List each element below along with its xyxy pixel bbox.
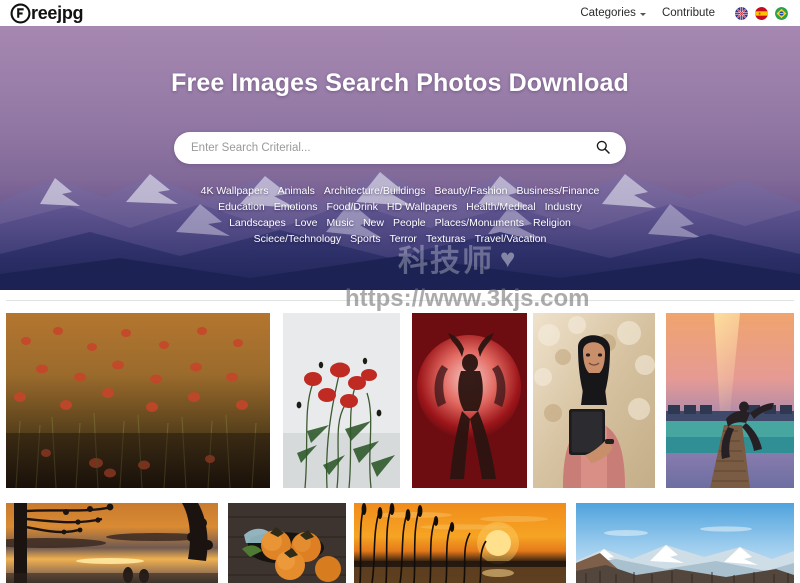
photo-gallery (0, 301, 800, 583)
category-link[interactable]: Beauty/Fashion (434, 184, 507, 198)
search-input[interactable] (191, 142, 594, 154)
category-link[interactable]: 4K Wallpapers (201, 184, 269, 198)
photo-pier-rainbow[interactable] (666, 313, 794, 488)
nav-categories-label: Categories (580, 7, 636, 19)
page-title: Free Images Search Photos Download (171, 69, 629, 97)
circled-f-logo-icon (10, 3, 31, 24)
chevron-down-icon (639, 12, 646, 16)
category-link[interactable]: Places/Monuments (435, 216, 524, 230)
category-link[interactable]: Music (327, 216, 354, 230)
category-link[interactable]: HD Wallpapers (387, 200, 457, 214)
photo-sunset-tree[interactable] (6, 503, 218, 583)
flag-uk-icon[interactable] (735, 6, 748, 20)
category-link[interactable]: Health/Medical (466, 200, 535, 214)
heart-icon: ♥ (500, 242, 518, 273)
category-link[interactable]: Sports (350, 232, 380, 246)
watermark-url: https://www.3kjs.com (345, 285, 590, 312)
photo-mountains-blue[interactable] (576, 503, 794, 583)
search-bar[interactable] (174, 132, 626, 164)
category-link[interactable]: Architecture/Buildings (324, 184, 426, 198)
category-link[interactable]: Food/Drink (327, 200, 378, 214)
category-link[interactable]: Religion (533, 216, 571, 230)
brand-name: reejpg (31, 3, 84, 23)
category-link[interactable]: People (393, 216, 426, 230)
search-button[interactable] (594, 139, 612, 157)
category-link[interactable]: Love (295, 216, 318, 230)
navbar-right: Categories Contribute (580, 6, 788, 20)
flag-spain-icon[interactable] (755, 6, 768, 20)
photo-sunset-reeds[interactable] (354, 503, 566, 583)
photo-poppy-field[interactable] (6, 313, 270, 488)
search-icon (595, 139, 611, 158)
nav-contribute[interactable]: Contribute (662, 7, 715, 19)
category-link[interactable]: Emotions (274, 200, 318, 214)
flag-brazil-icon[interactable] (775, 6, 788, 20)
category-link[interactable]: Industry (545, 200, 582, 214)
photo-dancer-red[interactable] (412, 313, 527, 488)
category-link[interactable]: Education (218, 200, 265, 214)
nav-contribute-label: Contribute (661, 7, 715, 19)
nav-categories[interactable]: Categories (580, 7, 646, 19)
photo-persimmons[interactable] (228, 503, 346, 583)
watermark-logo-text: 科技师 (398, 245, 494, 278)
language-flags (735, 6, 788, 20)
category-link[interactable]: Sciece/Technology (254, 232, 342, 246)
watermark-logo: 科技师 ♥ (398, 236, 517, 280)
brand-logo[interactable]: reejpg (10, 3, 84, 24)
category-link[interactable]: Landscapes (229, 216, 286, 230)
category-link[interactable]: New (363, 216, 384, 230)
top-navbar: reejpg Categories Contribute (0, 0, 800, 26)
category-link[interactable]: Business/Finance (516, 184, 599, 198)
photo-woman-tablet[interactable] (533, 313, 655, 488)
photo-poppies-sky[interactable] (283, 313, 400, 488)
category-link[interactable]: Animals (278, 184, 315, 198)
